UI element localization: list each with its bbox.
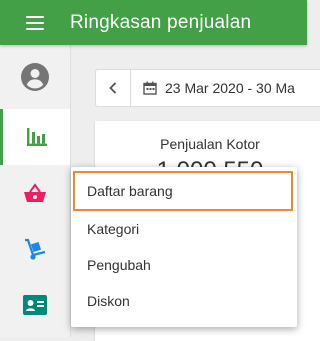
sidebar-item-employees[interactable]: [0, 277, 70, 333]
bar-chart-icon: [26, 128, 47, 146]
basket-icon: [24, 183, 46, 202]
items-submenu: Daftar barang Kategori Pengubah Diskon: [71, 167, 297, 327]
id-card-icon: [23, 295, 47, 315]
hamburger-icon: [26, 15, 44, 30]
menu-item-item-list[interactable]: Daftar barang: [73, 171, 293, 211]
menu-button[interactable]: [0, 0, 70, 45]
menu-item-discounts[interactable]: Diskon: [71, 283, 297, 319]
previous-period-button[interactable]: [96, 70, 131, 106]
calendar-icon: [143, 81, 157, 95]
date-range-label: 23 Mar 2020 - 30 Ma: [165, 80, 295, 96]
chevron-left-icon: [109, 82, 117, 94]
date-range-picker[interactable]: 23 Mar 2020 - 30 Ma: [95, 69, 320, 107]
card-title: Penjualan Kotor: [160, 136, 260, 152]
sidebar-item-inventory[interactable]: [0, 221, 70, 277]
sidebar: [0, 45, 71, 337]
page-title: Ringkasan penjualan: [70, 11, 252, 33]
hand-truck-icon: [25, 238, 46, 260]
sidebar-item-items[interactable]: [0, 165, 70, 221]
app-bar: Ringkasan penjualan: [0, 0, 307, 45]
menu-item-modifiers[interactable]: Pengubah: [71, 247, 297, 283]
sidebar-item-account[interactable]: [0, 49, 70, 105]
menu-item-categories[interactable]: Kategori: [71, 211, 297, 247]
account-circle-icon: [21, 63, 49, 91]
sidebar-item-reports[interactable]: [0, 109, 70, 165]
